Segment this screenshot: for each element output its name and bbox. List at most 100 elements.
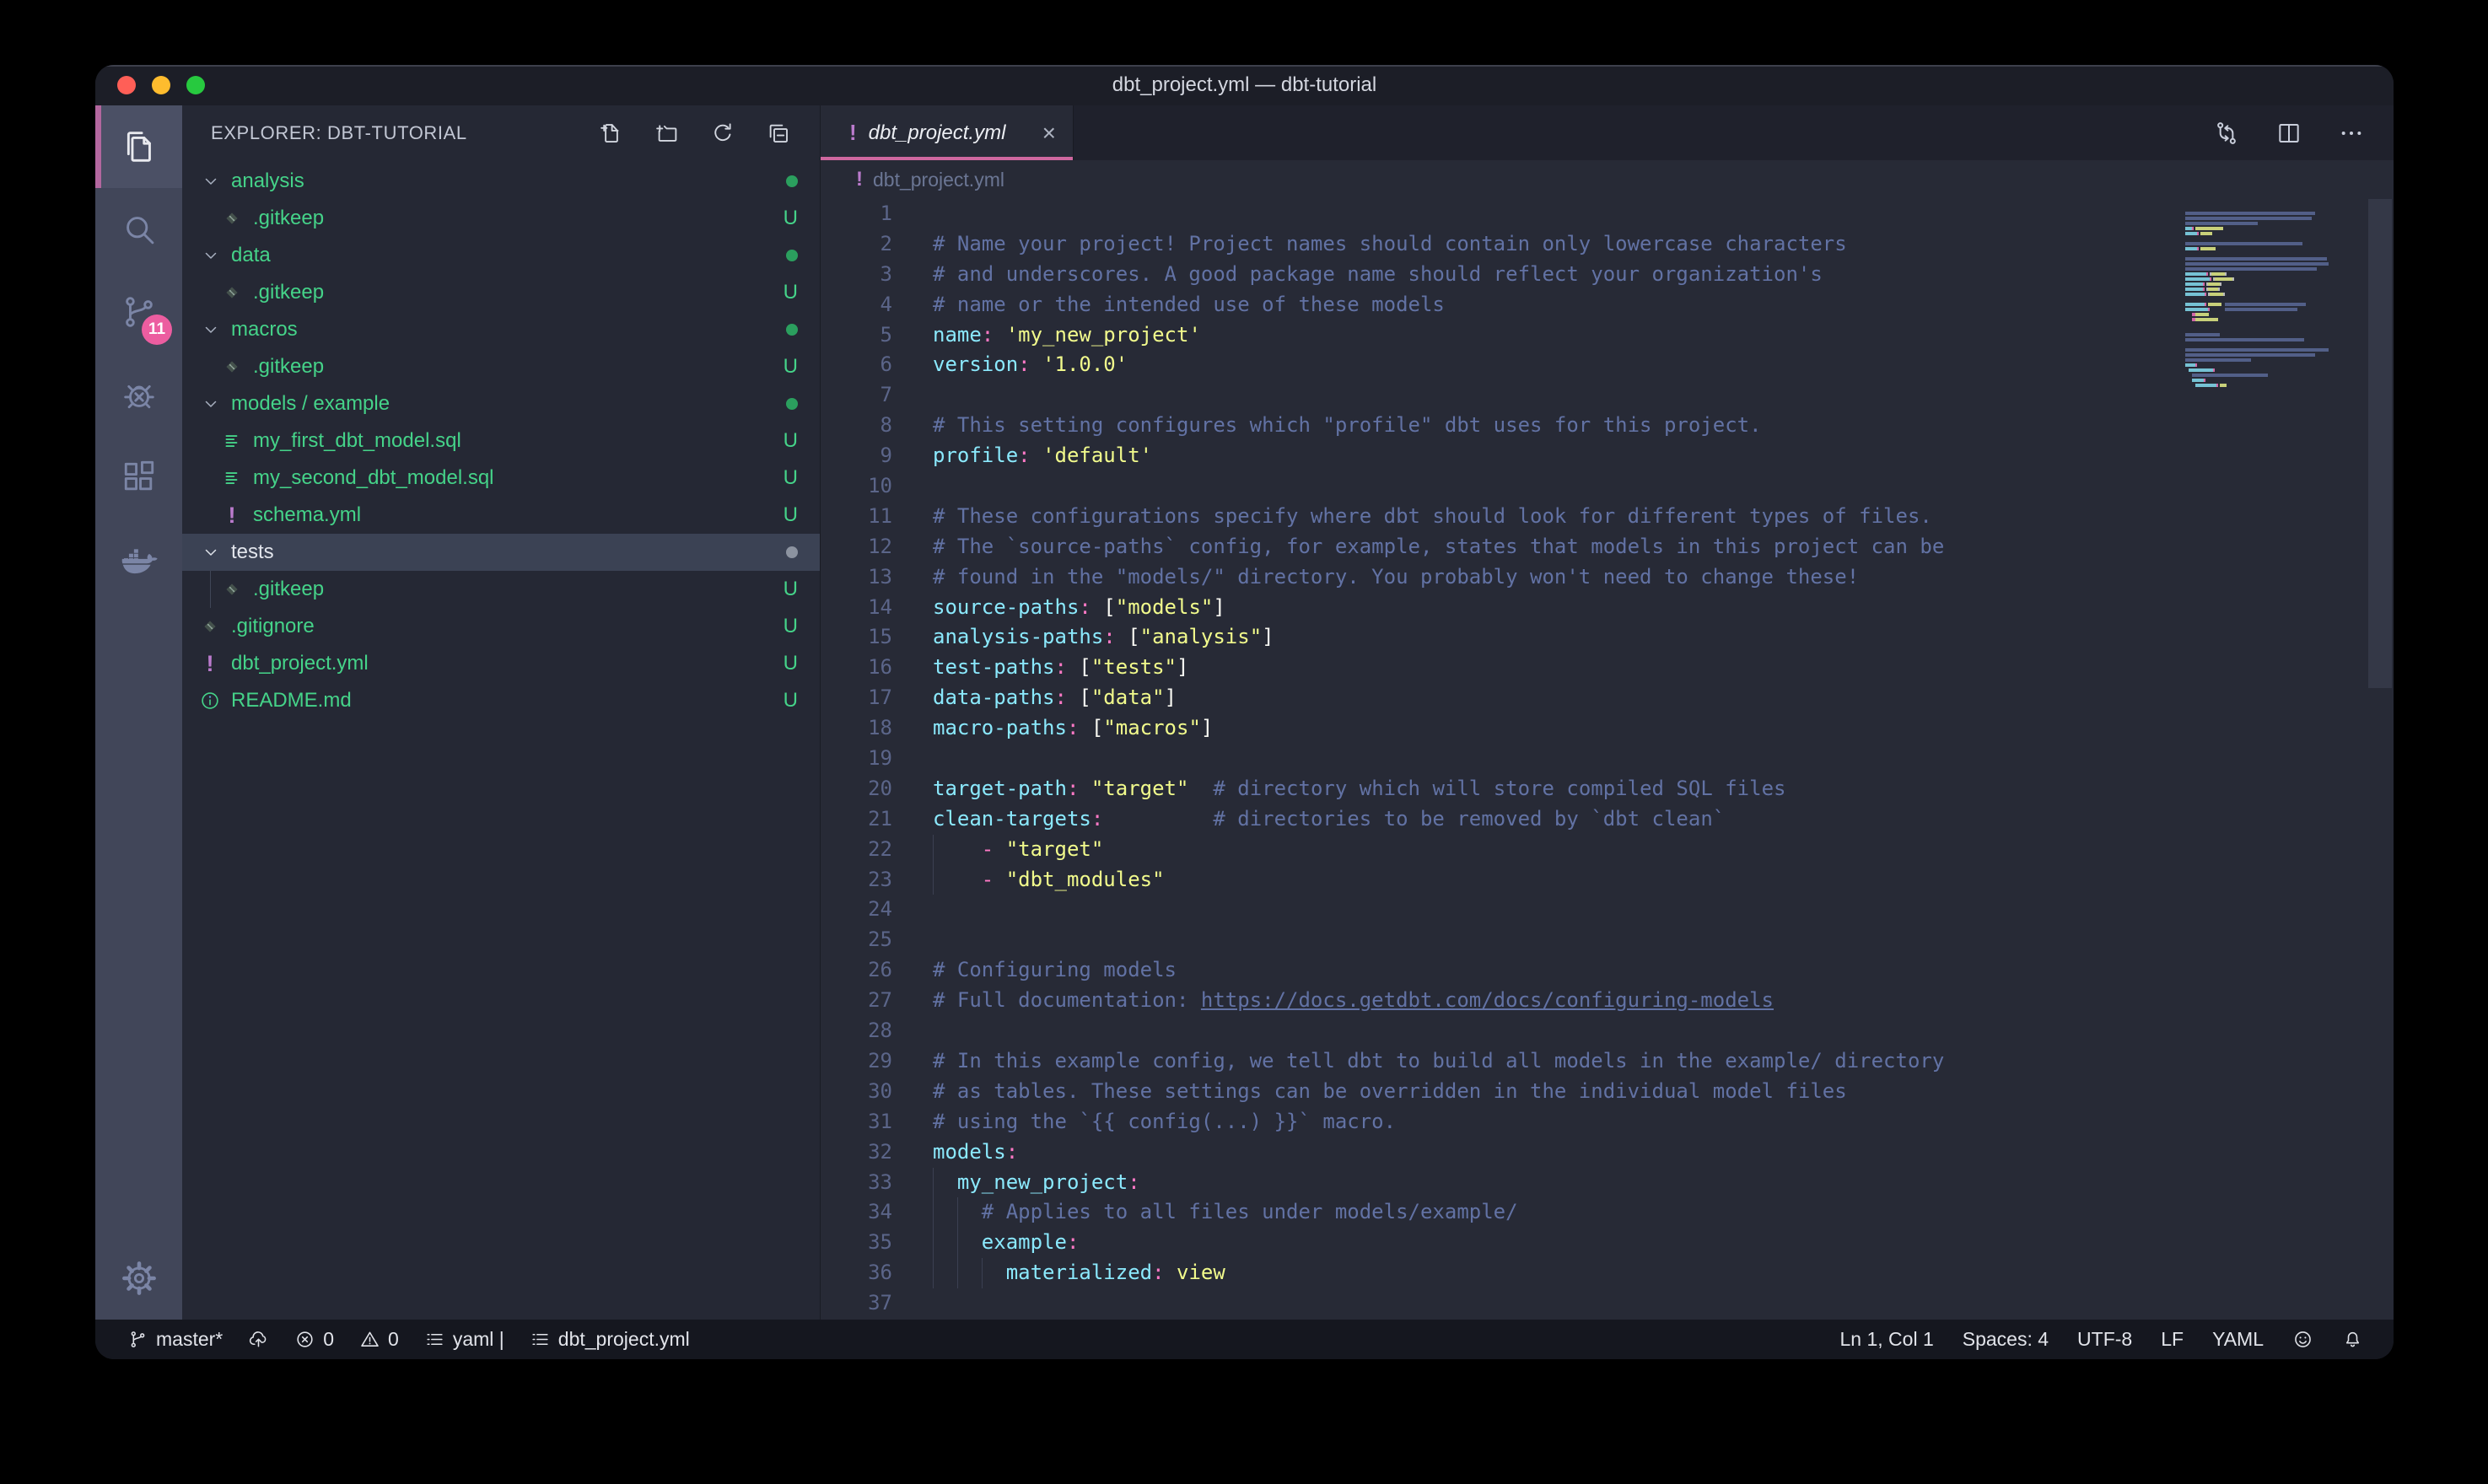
status-eol-sequence[interactable]: LF [2161, 1328, 2184, 1351]
line-number: 7 [821, 380, 892, 411]
status-linter-yaml[interactable]: yaml | [424, 1328, 504, 1351]
tab-dbt-project-yml[interactable]: ! dbt_project.yml × [821, 105, 1074, 160]
tree-item-label: .gitkeep [253, 578, 324, 601]
activity-item-debug[interactable] [95, 353, 182, 436]
tree-file-readme-md[interactable]: README.mdU [182, 682, 820, 719]
refresh-icon[interactable] [710, 121, 735, 146]
activity-item-source-control[interactable]: 11 [95, 271, 182, 353]
new-folder-icon[interactable] [654, 121, 680, 146]
code-line-21: 21clean-targets: # directories to be rem… [821, 804, 2394, 835]
tree-file--gitkeep[interactable]: .gitkeepU [182, 348, 820, 385]
status-cursor-position[interactable]: Ln 1, Col 1 [1840, 1328, 1934, 1351]
tree-file-my-second-dbt-model-sql[interactable]: my_second_dbt_model.sqlU [182, 460, 820, 497]
line-number: 24 [821, 895, 892, 925]
minimap[interactable] [2185, 206, 2335, 393]
tree-folder-models-example[interactable]: models / example [182, 385, 820, 422]
tree-item-label: tests [231, 540, 274, 564]
tree-item-label: dbt_project.yml [231, 652, 369, 675]
split-editor-icon[interactable] [2275, 120, 2302, 147]
status-label: YAML [2212, 1328, 2264, 1351]
close-tab-icon[interactable]: × [1042, 120, 1056, 147]
git-untracked-badge: U [784, 615, 798, 638]
status-warning-count[interactable]: 0 [359, 1328, 399, 1351]
code-line-20: 20target-path: "target" # directory whic… [821, 774, 2394, 804]
tree-file-schema-yml[interactable]: !schema.ymlU [182, 497, 820, 534]
tree-folder-macros[interactable]: macros [182, 311, 820, 348]
tree-item-label: README.md [231, 689, 352, 712]
chevron-down-icon [201, 394, 221, 414]
tree-file--gitkeep[interactable]: .gitkeep U [182, 571, 820, 608]
line-number: 36 [821, 1258, 892, 1288]
editor-actions [2213, 105, 2394, 160]
close-window-button[interactable] [117, 76, 136, 94]
breadcrumb[interactable]: ! dbt_project.yml [821, 160, 2394, 199]
extensions-icon [120, 458, 159, 497]
code-lines: 12# Name your project! Project names sho… [821, 199, 2394, 1319]
docker-icon [120, 540, 159, 579]
line-number: 3 [821, 260, 892, 290]
status-bar: master* 0 0 yaml | dbt_project.yml Ln 1, Col… [95, 1320, 2394, 1359]
git-untracked-badge: U [784, 578, 798, 601]
activity-item-settings[interactable] [95, 1237, 182, 1320]
status-language-mode[interactable]: YAML [2212, 1328, 2264, 1351]
git-file-icon [221, 356, 243, 378]
line-number: 19 [821, 744, 892, 774]
error-icon [294, 1329, 315, 1350]
status-label: Spaces: 4 [1963, 1328, 2049, 1351]
git-untracked-badge: U [784, 503, 798, 527]
tree-file--gitkeep[interactable]: .gitkeepU [182, 274, 820, 311]
status-encoding[interactable]: UTF-8 [2077, 1328, 2132, 1351]
activity-item-extensions[interactable] [95, 436, 182, 519]
tree-folder-data[interactable]: data [182, 237, 820, 274]
more-actions-icon[interactable] [2338, 120, 2365, 147]
status-label: master* [156, 1328, 223, 1351]
status-branch-indicator[interactable]: master* [127, 1328, 223, 1351]
activity-item-search[interactable] [95, 188, 182, 271]
status-notifications[interactable] [2342, 1329, 2363, 1350]
status-feedback[interactable] [2292, 1329, 2313, 1350]
collapse-all-icon[interactable] [766, 121, 791, 146]
line-number: 26 [821, 955, 892, 986]
git-untracked-badge: U [784, 652, 798, 675]
breadcrumb-file[interactable]: dbt_project.yml [873, 169, 1004, 191]
status-label: 0 [388, 1328, 399, 1351]
file-tree: analysis.gitkeepUdata.gitkeepUmacros.git… [182, 161, 820, 1320]
tab-bar: ! dbt_project.yml × [821, 105, 2394, 160]
code-line-13: 13# found in the "models/" directory. Yo… [821, 562, 2394, 593]
line-number: 30 [821, 1077, 892, 1107]
tree-file--gitignore[interactable]: .gitignoreU [182, 608, 820, 645]
code-line-8: 8# This setting configures which "profil… [821, 411, 2394, 441]
code-line-5: 5name: 'my_new_project' [821, 320, 2394, 351]
tree-folder-analysis[interactable]: analysis [182, 163, 820, 200]
tree-file-my-first-dbt-model-sql[interactable]: my_first_dbt_model.sqlU [182, 422, 820, 460]
git-untracked-badge: U [784, 429, 798, 453]
activity-item-explorer[interactable] [95, 105, 182, 188]
git-modified-dot [786, 250, 798, 261]
status-linter-file[interactable]: dbt_project.yml [530, 1328, 690, 1351]
new-file-icon[interactable] [599, 121, 624, 146]
activity-item-docker[interactable] [95, 519, 182, 601]
line-number: 10 [821, 471, 892, 502]
tree-file-dbt-project-yml[interactable]: !dbt_project.ymlU [182, 645, 820, 682]
line-number: 17 [821, 683, 892, 713]
yaml-warning-icon: ! [849, 120, 857, 146]
code-line-1: 1 [821, 199, 2394, 229]
files-icon [120, 127, 159, 166]
zoom-window-button[interactable] [186, 76, 205, 94]
code-editor[interactable]: 12# Name your project! Project names sho… [821, 199, 2394, 1320]
indent-guide [933, 1258, 934, 1288]
minimize-window-button[interactable] [152, 76, 170, 94]
status-publish-changes[interactable] [248, 1329, 269, 1350]
line-number: 12 [821, 532, 892, 562]
sql-file-icon [221, 430, 243, 452]
line-number: 22 [821, 835, 892, 865]
git-modified-dot [786, 398, 798, 410]
title-bar[interactable]: dbt_project.yml — dbt-tutorial [95, 65, 2394, 105]
status-indentation[interactable]: Spaces: 4 [1963, 1328, 2049, 1351]
status-error-count[interactable]: 0 [294, 1328, 334, 1351]
tree-file--gitkeep[interactable]: .gitkeepU [182, 200, 820, 237]
tree-folder-tests[interactable]: tests [182, 534, 820, 571]
indent-guide [933, 1197, 934, 1228]
open-changes-icon[interactable] [2213, 120, 2240, 147]
editor-scrollbar[interactable] [2368, 199, 2392, 688]
